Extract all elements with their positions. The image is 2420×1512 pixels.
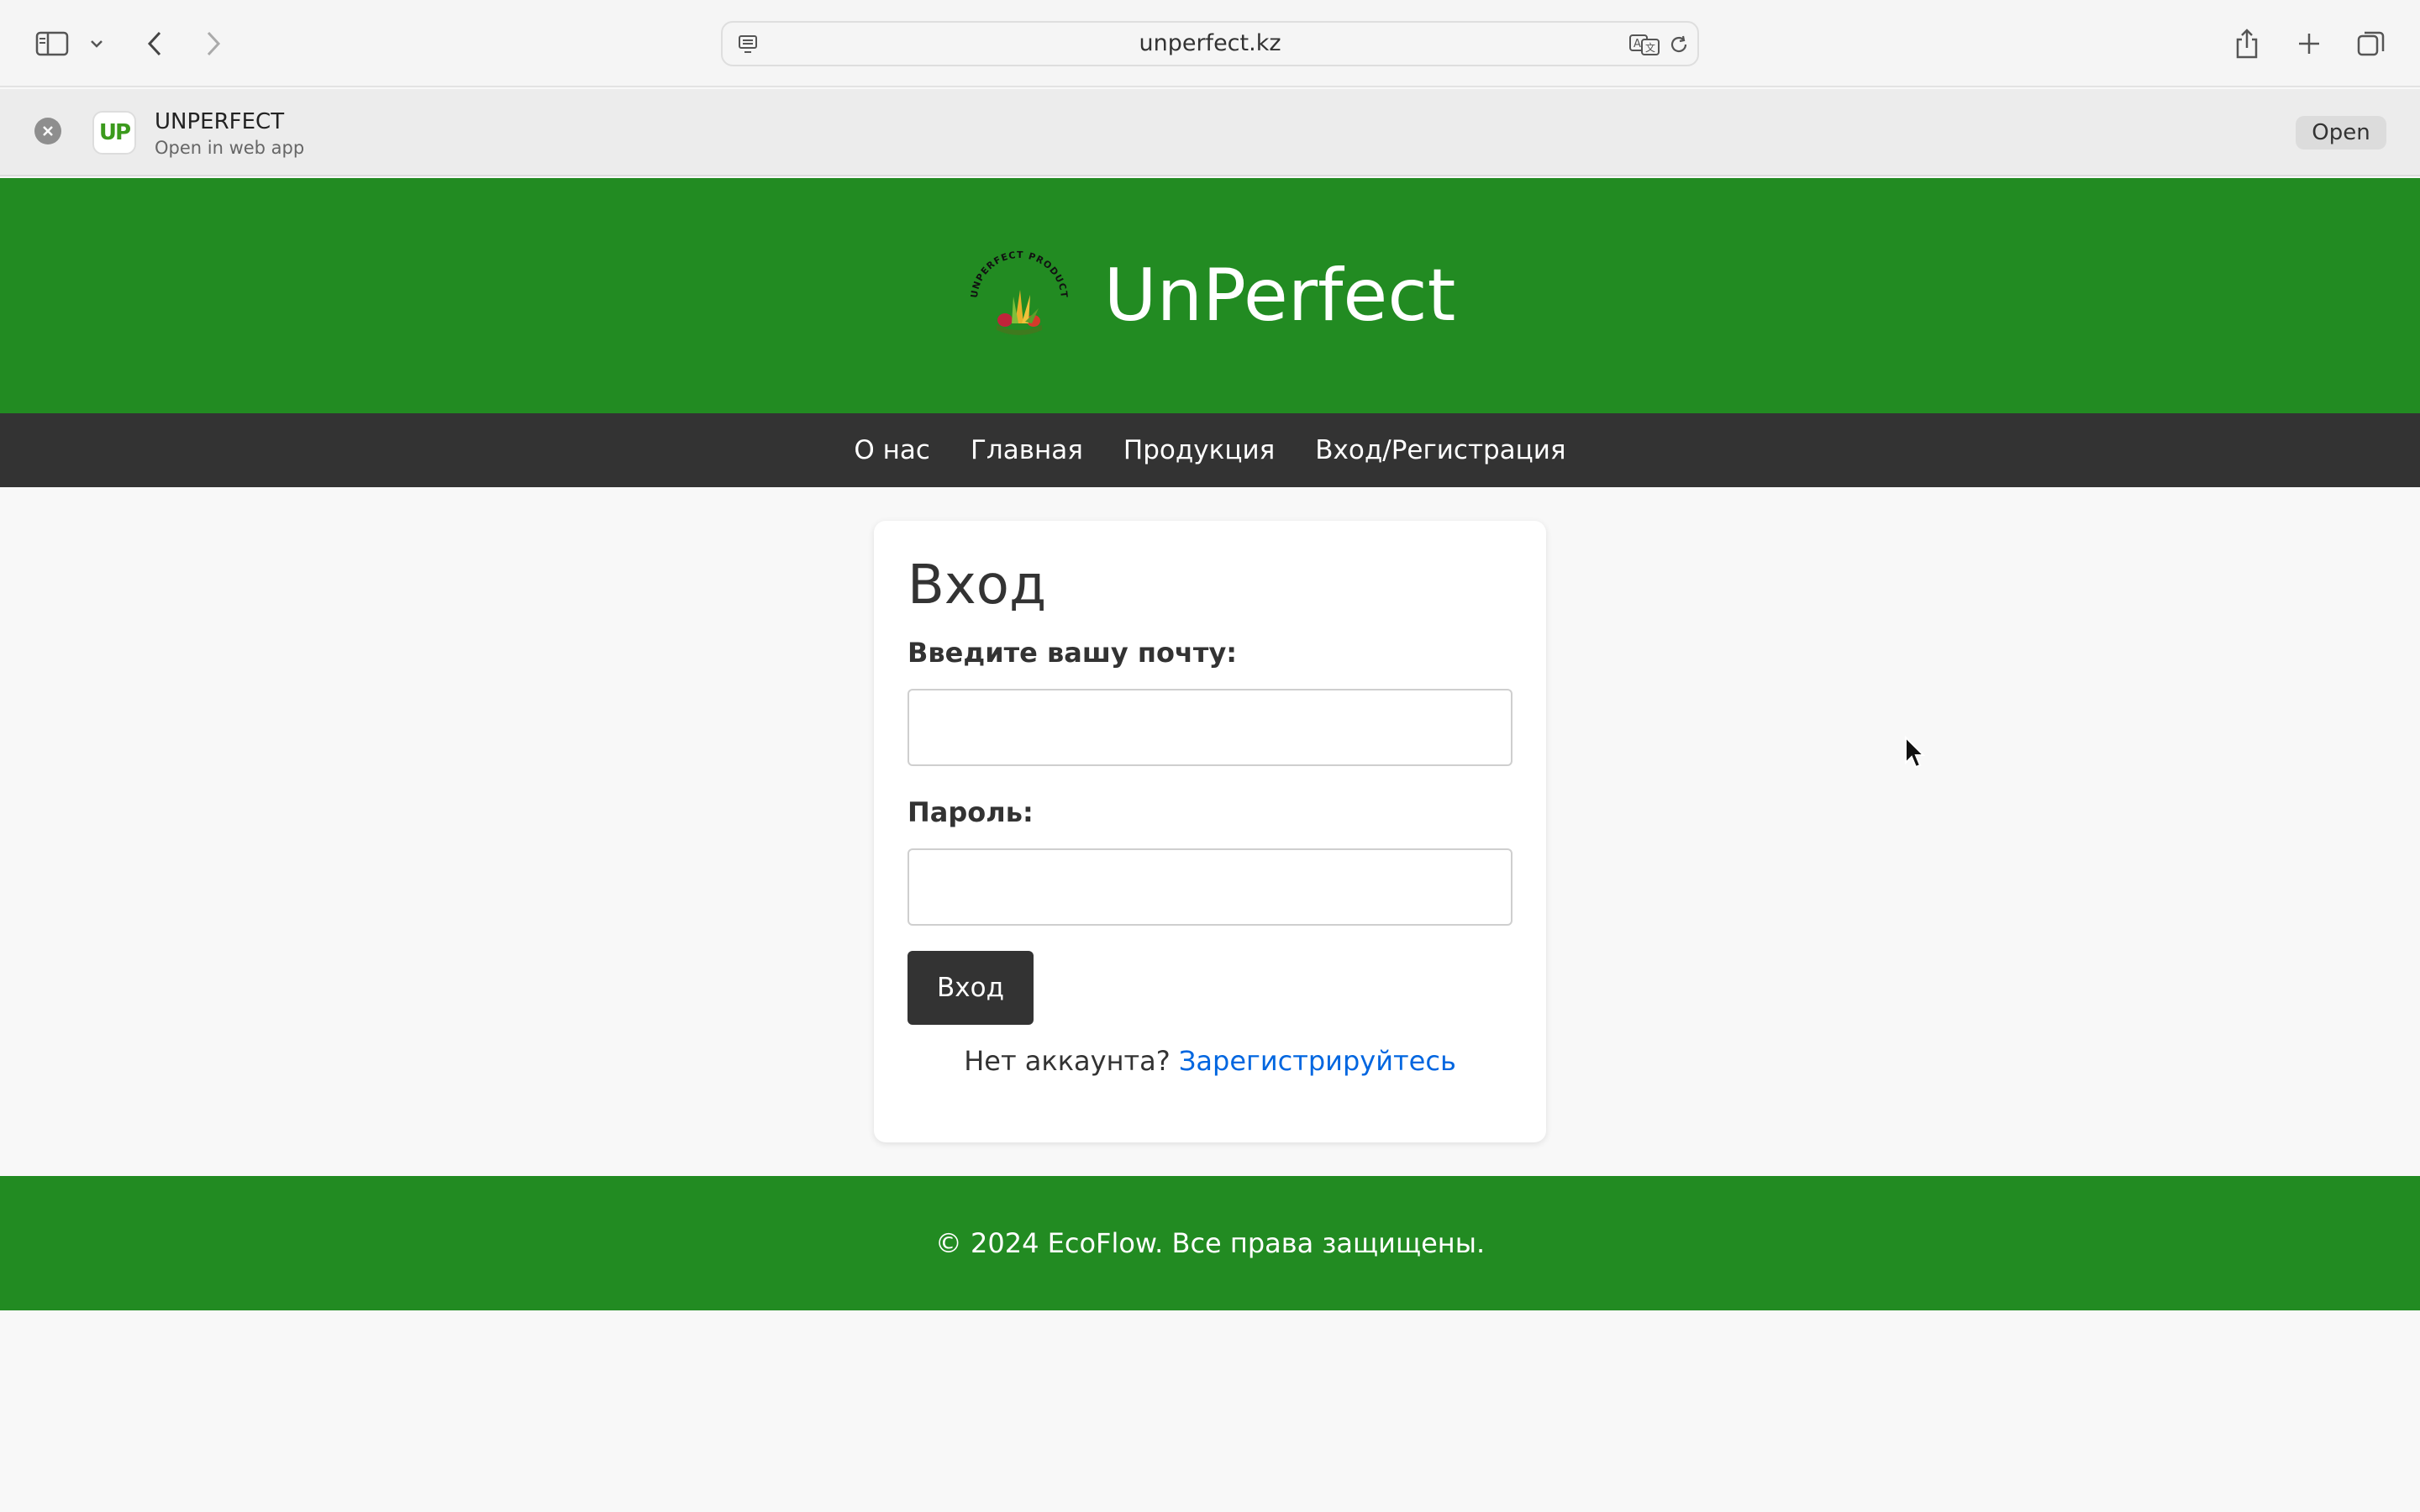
nav-item-products[interactable]: Продукция xyxy=(1123,435,1275,465)
new-tab-button[interactable] xyxy=(2287,22,2331,66)
login-submit-button[interactable]: Вход xyxy=(908,951,1034,1025)
password-label: Пароль: xyxy=(908,796,1034,828)
browser-toolbar: unperfect.kz A 文 xyxy=(0,0,2420,87)
tab-overview-button[interactable] xyxy=(2349,22,2393,66)
password-field[interactable] xyxy=(908,848,1512,926)
nav-item-login-register[interactable]: Вход/Регистрация xyxy=(1315,435,1565,465)
brand-logo[interactable]: UNPERFECT PRODUCTS xyxy=(965,241,1074,350)
close-icon xyxy=(43,126,53,136)
translate-icon[interactable]: A 文 xyxy=(1628,31,1662,58)
email-field[interactable] xyxy=(908,689,1512,766)
nav-item-home[interactable]: Главная xyxy=(971,435,1083,465)
site-brand-title[interactable]: UnPerfect xyxy=(1104,254,1456,338)
register-prompt-text: Нет аккаунта? xyxy=(964,1045,1171,1077)
banner-open-button[interactable]: Open xyxy=(2296,116,2386,150)
email-label: Введите вашу почту: xyxy=(908,637,1238,669)
tab-group-menu-button[interactable] xyxy=(76,22,118,66)
footer-copyright: © 2024 EcoFlow. Все права защищены. xyxy=(934,1227,1486,1259)
login-card: Вход Введите вашу почту: Пароль: Вход Не… xyxy=(874,521,1546,1142)
svg-text:文: 文 xyxy=(1645,41,1655,54)
tabs-icon xyxy=(2357,31,2385,56)
url-text[interactable]: unperfect.kz xyxy=(723,23,1697,65)
site-header: UNPERFECT PRODUCTS UnPerfect xyxy=(0,178,2420,413)
svg-text:UNPERFECT PRODUCTS: UNPERFECT PRODUCTS xyxy=(965,241,1070,299)
login-title: Вход xyxy=(908,554,1047,617)
banner-app-name: UNPERFECT xyxy=(155,109,285,134)
plus-icon xyxy=(2299,34,2319,54)
back-button[interactable] xyxy=(133,22,176,66)
svg-text:A: A xyxy=(1634,38,1641,50)
address-bar[interactable]: unperfect.kz A 文 xyxy=(721,21,1699,66)
chevron-right-icon xyxy=(207,31,221,56)
site-footer: © 2024 EcoFlow. Все права защищены. xyxy=(0,1176,2420,1310)
chevron-down-icon xyxy=(91,40,103,48)
banner-subtitle: Open in web app xyxy=(155,138,305,158)
chevron-left-icon xyxy=(147,31,161,56)
share-icon xyxy=(2236,29,2258,59)
register-link[interactable]: Зарегистрируйтесь xyxy=(1179,1045,1456,1077)
app-icon: UP xyxy=(92,111,136,155)
nav-item-about[interactable]: О нас xyxy=(854,435,930,465)
sidebar-icon xyxy=(35,31,69,56)
main-nav: О нас Главная Продукция Вход/Регистрация xyxy=(0,413,2420,487)
reload-icon[interactable] xyxy=(1665,31,1692,58)
banner-close-button[interactable] xyxy=(34,118,61,144)
forward-button[interactable] xyxy=(192,22,235,66)
register-prompt: Нет аккаунта? Зарегистрируйтесь xyxy=(874,1045,1546,1077)
web-app-banner: UP UNPERFECT Open in web app xyxy=(0,89,2420,176)
share-button[interactable] xyxy=(2225,22,2269,66)
mouse-cursor-icon xyxy=(1905,736,1926,769)
sidebar-toggle-button[interactable] xyxy=(30,22,74,66)
